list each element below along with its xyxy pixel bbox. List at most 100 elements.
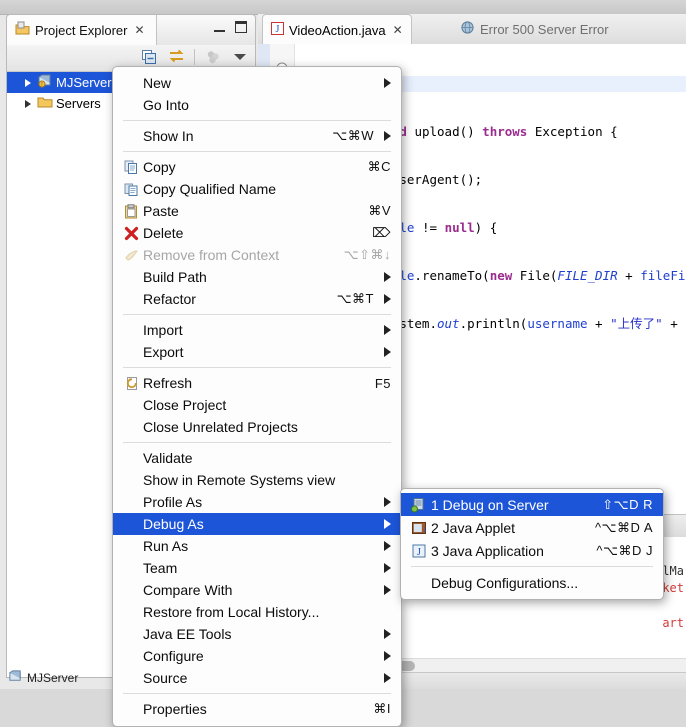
menu-item-properties[interactable]: Properties ⌘I <box>113 698 401 720</box>
chevron-right-icon[interactable] <box>25 99 31 108</box>
menu-item-no-icon <box>121 670 141 686</box>
minimize-icon[interactable] <box>214 23 225 32</box>
menu-item-label: Show in Remote Systems view <box>143 472 336 488</box>
menu-item-debug-as[interactable]: Debug As <box>113 513 401 535</box>
menu-item-label: Validate <box>143 450 193 466</box>
menu-item-refactor[interactable]: Refactor ⌥⌘T <box>113 288 401 310</box>
menu-item-label: Go Into <box>143 97 189 113</box>
console-side-fragment: art <box>662 616 684 630</box>
menu-item-export[interactable]: Export <box>113 341 401 363</box>
menu-separator <box>123 367 391 368</box>
menu-item-label: New <box>143 75 172 91</box>
tree-item-label: MJServer <box>56 75 112 90</box>
svg-text:J: J <box>276 24 280 35</box>
remove-from-context-icon <box>121 247 141 263</box>
menu-item-java-ee-tools[interactable]: Java EE Tools <box>113 623 401 645</box>
menu-item-label: Run As <box>143 538 189 554</box>
menu-separator <box>411 566 653 567</box>
web-browser-icon <box>461 21 474 37</box>
project-context-menu[interactable]: New Go Into Show In ⌥⌘W Copy ⌘C Copy Qualified… <box>112 66 402 727</box>
menu-item-no-icon <box>121 494 141 510</box>
maximize-icon[interactable] <box>235 21 247 33</box>
tab-videoaction-java[interactable]: J VideoAction.java ✕ <box>262 14 412 45</box>
svg-text:!: ! <box>41 82 42 88</box>
menu-item-label: Remove from Context <box>143 247 280 263</box>
menu-item-run-as[interactable]: Run As <box>113 535 401 557</box>
submenu-arrow-icon <box>384 519 391 529</box>
submenu-item-1-debug-on-server[interactable]: 1 Debug on Server ⇧⌥D R <box>401 493 663 516</box>
menu-item-shortcut: ⌦ <box>372 225 391 240</box>
menu-item-label: Compare With <box>143 582 233 598</box>
menu-item-no-icon <box>121 626 141 642</box>
submenu-item-debug-configurations[interactable]: Debug Configurations... <box>401 571 663 594</box>
menu-item-label: Close Project <box>143 397 227 413</box>
menu-item-no-icon <box>121 516 141 532</box>
menu-item-label: Restore from Local History... <box>143 604 320 620</box>
submenu-arrow-icon <box>384 673 391 683</box>
menu-item-new[interactable]: New <box>113 72 401 94</box>
menu-item-label: Close Unrelated Projects <box>143 419 298 435</box>
menu-item-show-in-remote-systems-view[interactable]: Show in Remote Systems view <box>113 469 401 491</box>
menu-item-copy-qualified-name[interactable]: Copy Qualified Name <box>113 178 401 200</box>
menu-item-team[interactable]: Team <box>113 557 401 579</box>
submenu-arrow-icon <box>384 347 391 357</box>
menu-item-shortcut: ⌘V <box>368 203 391 218</box>
close-icon[interactable]: ✕ <box>134 24 144 36</box>
menu-item-label: Configure <box>143 648 204 664</box>
copy-icon <box>121 159 141 175</box>
svg-text:J: J <box>423 526 426 534</box>
menu-item-show-in[interactable]: Show In ⌥⌘W <box>113 125 401 147</box>
menu-item-no-icon <box>121 538 141 554</box>
copy-qualified-name-icon <box>121 181 141 197</box>
menu-separator <box>123 151 391 152</box>
submenu-item-label: 3 Java Application <box>431 542 544 559</box>
menu-item-close-unrelated-projects[interactable]: Close Unrelated Projects <box>113 416 401 438</box>
menu-separator <box>123 314 391 315</box>
menu-item-remove-from-context: Remove from Context ⌥⇧⌘↓ <box>113 244 401 266</box>
menu-item-go-into[interactable]: Go Into <box>113 94 401 116</box>
debug-as-submenu[interactable]: 1 Debug on Server ⇧⌥D R J 2 Java Applet ^⌥⌘D… <box>400 488 664 600</box>
submenu-item-shortcut: ^⌥⌘D A <box>594 519 653 535</box>
menu-item-no-icon <box>121 582 141 598</box>
menu-item-paste[interactable]: Paste ⌘V <box>113 200 401 222</box>
menu-item-no-icon <box>121 560 141 576</box>
menu-item-label: Copy <box>143 159 176 175</box>
submenu-item-label: 1 Debug on Server <box>431 496 549 513</box>
menu-item-delete[interactable]: Delete ⌦ <box>113 222 401 244</box>
submenu-item-shortcut: ⇧⌥D R <box>602 496 653 512</box>
menu-item-build-path[interactable]: Build Path <box>113 266 401 288</box>
menu-item-configure[interactable]: Configure <box>113 645 401 667</box>
menu-item-source[interactable]: Source <box>113 667 401 689</box>
tab-project-explorer[interactable]: Project Explorer ✕ <box>7 15 157 45</box>
tab-error-500-server-error[interactable]: Error 500 Server Error <box>453 14 617 44</box>
collapse-all-icon[interactable] <box>140 48 158 66</box>
menu-item-label: Build Path <box>143 269 207 285</box>
submenu-arrow-icon <box>384 294 391 304</box>
menu-item-restore-from-local-history[interactable]: Restore from Local History... <box>113 601 401 623</box>
java-server-project-icon <box>8 669 23 687</box>
menu-item-import[interactable]: Import <box>113 319 401 341</box>
menu-item-validate[interactable]: Validate <box>113 447 401 469</box>
menu-item-compare-with[interactable]: Compare With <box>113 579 401 601</box>
submenu-item-2-java-applet[interactable]: J 2 Java Applet ^⌥⌘D A <box>401 516 663 539</box>
focus-icon[interactable] <box>204 48 222 66</box>
submenu-item-3-java-application[interactable]: J 3 Java Application ^⌥⌘D J <box>401 539 663 562</box>
menu-item-label: Source <box>143 670 188 686</box>
menu-item-label: Import <box>143 322 183 338</box>
menu-item-close-project[interactable]: Close Project <box>113 394 401 416</box>
submenu-arrow-icon <box>384 541 391 551</box>
java-server-project-icon: ! <box>37 73 53 92</box>
submenu-arrow-icon <box>384 325 391 335</box>
link-with-editor-icon[interactable] <box>167 48 185 66</box>
menu-item-shortcut: F5 <box>374 375 391 391</box>
menu-item-copy[interactable]: Copy ⌘C <box>113 156 401 178</box>
java-applet-icon: J <box>409 520 429 536</box>
close-icon[interactable]: ✕ <box>393 24 403 36</box>
menu-item-profile-as[interactable]: Profile As <box>113 491 401 513</box>
menu-item-no-icon <box>121 269 141 285</box>
menu-item-refresh[interactable]: Refresh F5 <box>113 372 401 394</box>
chevron-right-icon[interactable] <box>25 78 31 87</box>
menu-item-no-icon <box>121 97 141 113</box>
view-menu-icon[interactable] <box>231 48 249 66</box>
menu-item-shortcut: ⌥⌘W <box>332 128 374 143</box>
